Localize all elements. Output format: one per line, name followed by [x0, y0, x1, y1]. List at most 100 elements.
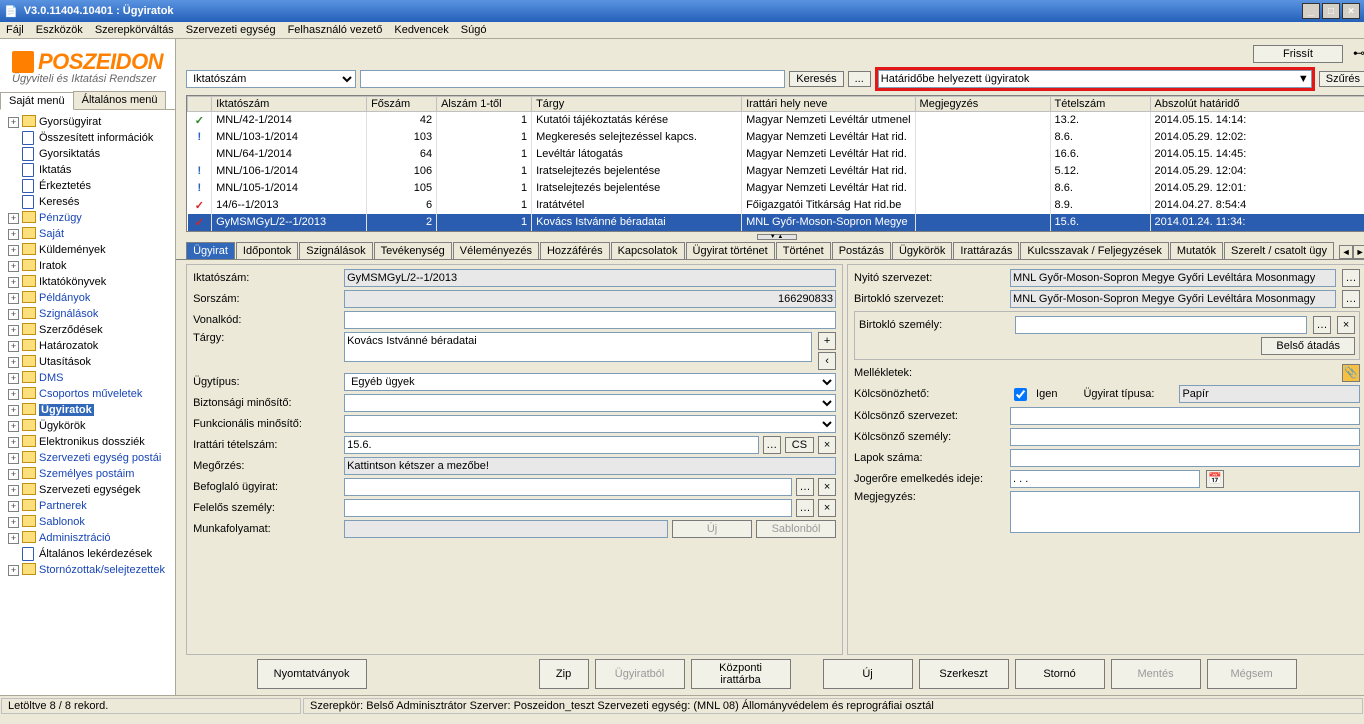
ugyirattipus-field[interactable] [1179, 385, 1360, 403]
felelos-browse[interactable]: … [796, 499, 814, 517]
birtszem-field[interactable] [1015, 316, 1307, 334]
detail-tab[interactable]: Postázás [832, 242, 891, 259]
birtszerv-browse[interactable]: … [1342, 290, 1360, 308]
nyito-browse[interactable]: … [1342, 269, 1360, 287]
sidebar-item[interactable]: +Határozatok [2, 338, 173, 354]
tab-scroll-left[interactable]: ◄ [1339, 245, 1353, 259]
menu-favorites[interactable]: Kedvencek [394, 24, 448, 36]
storno-button[interactable]: Stornó [1015, 659, 1105, 689]
sidebar-item[interactable]: Gyorsiktatás [2, 146, 173, 162]
table-row[interactable]: !MNL/106-1/20141061Iratselejtezés bejele… [188, 163, 1364, 180]
column-header[interactable] [188, 97, 212, 112]
sidebar-item[interactable]: +Elektronikus dossziék [2, 434, 173, 450]
detail-tab[interactable]: Tevékenység [374, 242, 452, 259]
birtszerv-field[interactable] [1010, 290, 1336, 308]
uj-button[interactable]: Új [823, 659, 913, 689]
table-row[interactable]: !MNL/105-1/20141051Iratselejtezés bejele… [188, 180, 1364, 197]
menu-userlead[interactable]: Felhasználó vezető [288, 24, 383, 36]
sidebar-item[interactable]: +Iktatókönyvek [2, 274, 173, 290]
results-grid[interactable]: IktatószámFőszámAlszám 1-tőlTárgyIrattár… [187, 96, 1364, 231]
search-column-select[interactable]: Iktatószám [186, 70, 356, 88]
sidebar-item[interactable]: +Partnerek [2, 498, 173, 514]
detail-tab[interactable]: Kulcsszavak / Feljegyzések [1020, 242, 1169, 259]
iktato-field[interactable] [344, 269, 836, 287]
sidebar-item[interactable]: +Iratok [2, 258, 173, 274]
menu-help[interactable]: Súgó [461, 24, 487, 36]
search-input[interactable] [360, 70, 785, 88]
detail-tab[interactable]: Hozzáférés [540, 242, 610, 259]
sidebar-item[interactable]: +Szervezeti egység postái [2, 450, 173, 466]
sidebar-item[interactable]: +Példányok [2, 290, 173, 306]
table-row[interactable]: !MNL/103-1/20141031Megkeresés selejtezés… [188, 129, 1364, 146]
pin-icon[interactable]: ⊷ [1351, 46, 1364, 62]
maximize-button[interactable]: □ [1322, 3, 1340, 19]
nyomtatvanyok-button[interactable]: Nyomtatványok [257, 659, 367, 689]
nav-tree[interactable]: +GyorsügyiratÖsszesített információkGyor… [0, 110, 175, 695]
menu-rolechange[interactable]: Szerepkörváltás [95, 24, 174, 36]
megorzes-field[interactable] [344, 457, 836, 475]
biztonsagi-select[interactable] [344, 394, 836, 412]
detail-tab[interactable]: Ügykörök [892, 242, 952, 259]
sidebar-item[interactable]: +Szervezeti egységek [2, 482, 173, 498]
plus-button[interactable]: + [818, 332, 836, 350]
sidebar-item[interactable]: +DMS [2, 370, 173, 386]
funkcionalis-select[interactable] [344, 415, 836, 433]
birtszem-clear[interactable]: × [1337, 316, 1355, 334]
nyito-field[interactable] [1010, 269, 1336, 287]
column-header[interactable]: Iktatószám [212, 97, 367, 112]
tab-own-menu[interactable]: Saját menü [0, 92, 74, 110]
table-row[interactable]: MNL/64-1/2014641Levéltár látogatásMagyar… [188, 146, 1364, 163]
minimize-button[interactable]: _ [1302, 3, 1320, 19]
kolcsszem-field[interactable] [1010, 428, 1360, 446]
detail-tab[interactable]: Ügyirat történet [686, 242, 775, 259]
sidebar-item[interactable]: +Ügyiratok [2, 402, 173, 418]
sidebar-item[interactable]: +Saját [2, 226, 173, 242]
filter-button[interactable]: Szűrés [1319, 71, 1364, 87]
sidebar-item[interactable]: +Szerződések [2, 322, 173, 338]
sidebar-item[interactable]: Keresés [2, 194, 173, 210]
detail-tab[interactable]: Ügyirat [186, 242, 235, 259]
felelos-field[interactable] [344, 499, 792, 517]
felelos-clear[interactable]: × [818, 499, 836, 517]
munkafolyamat-field[interactable] [344, 520, 668, 538]
calendar-icon[interactable]: 📅 [1206, 470, 1224, 488]
table-row[interactable]: ✓MNL/42-1/2014421Kutatói tájékoztatás ké… [188, 112, 1364, 129]
detail-tab[interactable]: Történet [776, 242, 831, 259]
column-header[interactable]: Tételszám [1050, 97, 1150, 112]
kolcson-checkbox[interactable] [1014, 388, 1027, 401]
sidebar-item[interactable]: +Csoportos műveletek [2, 386, 173, 402]
sidebar-item[interactable]: +Adminisztráció [2, 530, 173, 546]
search-more-button[interactable]: ... [848, 71, 871, 87]
megjegyzes-field[interactable] [1010, 491, 1360, 533]
detail-tab[interactable]: Szignálások [299, 242, 372, 259]
kolcsszerv-field[interactable] [1010, 407, 1360, 425]
column-header[interactable]: Abszolút határidő [1150, 97, 1364, 112]
detail-tab[interactable]: Szerelt / csatolt ügy [1224, 242, 1334, 259]
column-header[interactable]: Alszám 1-től [437, 97, 532, 112]
belso-atadas-button[interactable]: Belső átadás [1261, 337, 1355, 355]
sidebar-item[interactable]: +Küldemények [2, 242, 173, 258]
detail-tab[interactable]: Irattárazás [953, 242, 1019, 259]
befoglalo-clear[interactable]: × [818, 478, 836, 496]
jogero-field[interactable] [1010, 470, 1200, 488]
birtszem-browse[interactable]: … [1313, 316, 1331, 334]
menu-orgunit[interactable]: Szervezeti egység [186, 24, 276, 36]
detail-tab[interactable]: Kapcsolatok [611, 242, 685, 259]
column-header[interactable]: Tárgy [532, 97, 742, 112]
column-header[interactable]: Megjegyzés [915, 97, 1050, 112]
lapok-field[interactable] [1010, 449, 1360, 467]
menu-file[interactable]: Fájl [6, 24, 24, 36]
sidebar-item[interactable]: +Gyorsügyirat [2, 114, 173, 130]
vonalkod-field[interactable] [344, 311, 836, 329]
kozponti-button[interactable]: Központi irattárba [691, 659, 791, 689]
table-row[interactable]: ✓14/6--1/201361IratátvételFőigazgatói Ti… [188, 197, 1364, 214]
sidebar-item[interactable]: +Személyes postáim [2, 466, 173, 482]
sidebar-item[interactable]: +Utasítások [2, 354, 173, 370]
irattari-browse[interactable]: … [763, 436, 781, 454]
splitter[interactable]: ▼ ▲ [176, 232, 1364, 242]
tab-general-menu[interactable]: Általános menü [73, 91, 167, 109]
refresh-button[interactable]: Frissít [1253, 45, 1343, 63]
sidebar-item[interactable]: +Szignálások [2, 306, 173, 322]
sidebar-item[interactable]: +Sablonok [2, 514, 173, 530]
sidebar-item[interactable]: +Pénzügy [2, 210, 173, 226]
